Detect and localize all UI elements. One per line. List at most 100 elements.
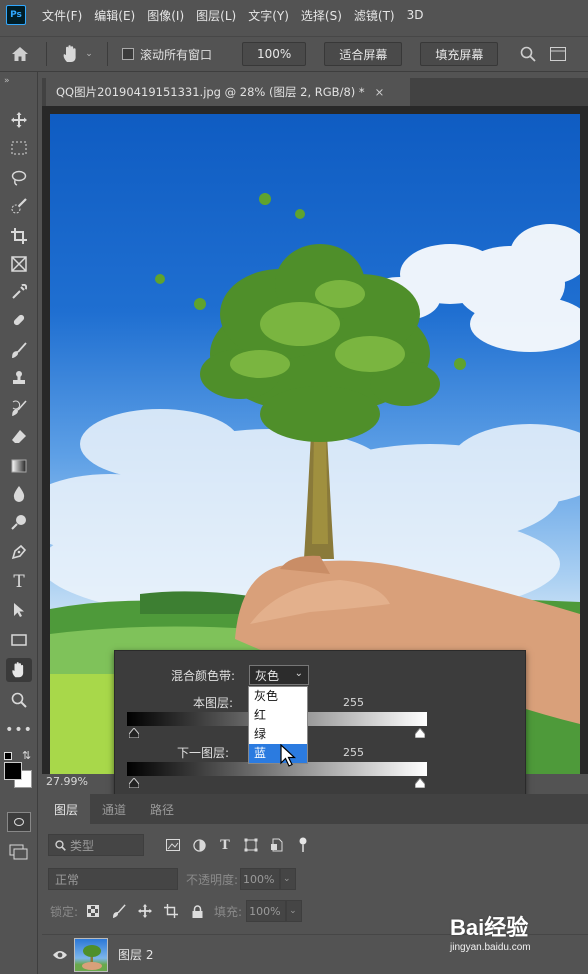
- opacity-label: 不透明度:: [186, 872, 239, 887]
- menu-filter[interactable]: 滤镜(T): [354, 7, 395, 24]
- menu-edit[interactable]: 编辑(E): [94, 7, 135, 24]
- crop-icon[interactable]: [6, 224, 32, 248]
- pixel-filter-icon[interactable]: [162, 834, 184, 856]
- default-colors-icon[interactable]: [4, 752, 12, 760]
- fit-screen-button[interactable]: 适合屏幕: [324, 42, 403, 66]
- this-layer-label: 本图层:: [193, 696, 234, 710]
- layer-thumbnail: [74, 937, 108, 972]
- menu-type[interactable]: 文字(Y): [248, 7, 289, 24]
- scroll-all-windows-label: 滚动所有窗口: [140, 47, 213, 62]
- lock-artboard-icon[interactable]: [160, 900, 182, 922]
- healing-icon[interactable]: [6, 308, 32, 332]
- filter-toggle-icon[interactable]: [292, 834, 314, 856]
- divider: [107, 42, 108, 66]
- menu-image[interactable]: 图像(I): [147, 7, 184, 24]
- this-layer-black-slider[interactable]: [129, 728, 139, 738]
- swap-colors-icon[interactable]: ⇅: [22, 749, 31, 762]
- stamp-icon[interactable]: [6, 366, 32, 390]
- blend-if-select[interactable]: 灰色 ⌄: [249, 665, 309, 685]
- path-select-icon[interactable]: [6, 598, 32, 622]
- adjustment-filter-icon[interactable]: [188, 834, 210, 856]
- document-title: QQ图片20190419151331.jpg @ 28% (图层 2, RGB/…: [56, 85, 365, 99]
- foreground-color-swatch[interactable]: [4, 762, 22, 780]
- divider: [46, 42, 47, 66]
- eye-icon[interactable]: [52, 949, 68, 961]
- underlying-black-slider[interactable]: [129, 778, 139, 788]
- zoom-100-button[interactable]: 100%: [242, 42, 307, 66]
- panel-tabs: 图层 通道 路径: [42, 794, 588, 824]
- home-button[interactable]: [0, 36, 40, 72]
- search-button[interactable]: [520, 46, 536, 62]
- layer-name: 图层 2: [118, 948, 154, 962]
- underlying-white-slider[interactable]: [415, 778, 425, 788]
- panel-collapse-icon[interactable]: »: [4, 76, 10, 86]
- menu-layer[interactable]: 图层(L): [196, 7, 236, 24]
- search-icon: [55, 839, 66, 851]
- lock-all-icon[interactable]: [186, 900, 208, 922]
- option-red[interactable]: 红: [249, 706, 307, 725]
- quick-select-icon[interactable]: [6, 194, 32, 218]
- opacity-input[interactable]: 100%: [240, 868, 281, 890]
- opacity-dropdown[interactable]: ⌄: [280, 868, 297, 890]
- this-layer-white-slider[interactable]: [415, 728, 425, 738]
- hand-tool-preset[interactable]: ⌄: [53, 44, 101, 64]
- fill-dropdown[interactable]: ⌄: [286, 900, 303, 922]
- chevron-down-icon: ⌄: [289, 906, 297, 916]
- this-layer-max-value: 255: [343, 696, 364, 709]
- zoom-readout[interactable]: 27.99%: [42, 774, 106, 790]
- document-tab[interactable]: QQ图片20190419151331.jpg @ 28% (图层 2, RGB/…: [46, 78, 410, 106]
- underlying-layer-gradient-ramp: [127, 762, 427, 776]
- blend-mode-select[interactable]: 正常: [48, 868, 178, 890]
- more-icon[interactable]: •••: [5, 718, 32, 742]
- zoom-icon[interactable]: [6, 688, 32, 712]
- tab-channels[interactable]: 通道: [90, 794, 138, 824]
- scroll-all-windows-checkbox[interactable]: 滚动所有窗口: [122, 46, 212, 63]
- hand-icon[interactable]: [6, 658, 32, 682]
- underlying-layer-label: 下一图层:: [177, 746, 230, 760]
- menu-file[interactable]: 文件(F): [42, 7, 82, 24]
- filter-type-label: 类型: [70, 838, 95, 853]
- lock-position-icon[interactable]: [134, 900, 156, 922]
- menu-bar: Ps 文件(F) 编辑(E) 图像(I) 图层(L) 文字(Y) 选择(S) 滤…: [0, 0, 588, 30]
- fill-screen-button[interactable]: 填充屏幕: [420, 42, 499, 66]
- menu-3d[interactable]: 3D: [407, 8, 424, 22]
- rectangle-icon[interactable]: [6, 628, 32, 652]
- underlying-layer-max-value: 255: [343, 746, 364, 759]
- lasso-icon[interactable]: [6, 166, 32, 190]
- blur-icon[interactable]: [6, 482, 32, 506]
- dodge-icon[interactable]: [6, 510, 32, 534]
- gradient-icon[interactable]: [6, 454, 32, 478]
- shape-filter-icon[interactable]: [240, 834, 262, 856]
- eyedropper-icon[interactable]: [6, 280, 32, 304]
- option-gray[interactable]: 灰色: [249, 687, 307, 706]
- home-icon: [12, 47, 28, 61]
- move-icon[interactable]: [6, 108, 32, 132]
- close-icon[interactable]: ×: [375, 85, 385, 99]
- tab-layers[interactable]: 图层: [42, 794, 91, 824]
- watermark-brand: Bai经验: [450, 915, 529, 940]
- menu-select[interactable]: 选择(S): [301, 7, 342, 24]
- eraser-icon[interactable]: [6, 424, 32, 448]
- quick-mask-icon[interactable]: [7, 812, 31, 832]
- smart-object-filter-icon[interactable]: [266, 834, 288, 856]
- lock-image-pixels-icon[interactable]: [108, 900, 130, 922]
- type-icon[interactable]: T: [6, 570, 32, 594]
- layer-filter-select[interactable]: 类型: [48, 834, 144, 856]
- lock-transparent-pixels-icon[interactable]: [82, 900, 104, 922]
- option-blue[interactable]: 蓝: [249, 744, 307, 763]
- brush-icon[interactable]: [6, 338, 32, 362]
- pen-icon[interactable]: [6, 540, 32, 564]
- type-filter-icon[interactable]: T: [214, 834, 236, 856]
- workspace-button[interactable]: [550, 47, 567, 61]
- document-tab-bar: QQ图片20190419151331.jpg @ 28% (图层 2, RGB/…: [42, 78, 588, 106]
- tab-paths[interactable]: 路径: [138, 794, 186, 824]
- option-green[interactable]: 绿: [249, 725, 307, 744]
- history-brush-icon[interactable]: [6, 396, 32, 420]
- screen-mode-icon[interactable]: [9, 844, 29, 860]
- fill-input[interactable]: 100%: [246, 900, 287, 922]
- checkbox-box[interactable]: [122, 48, 134, 60]
- marquee-icon[interactable]: [6, 136, 32, 160]
- options-bar: ⌄ 滚动所有窗口 100% 适合屏幕 填充屏幕: [0, 36, 588, 72]
- mouse-cursor-icon: [280, 744, 296, 767]
- frame-icon[interactable]: [6, 252, 32, 276]
